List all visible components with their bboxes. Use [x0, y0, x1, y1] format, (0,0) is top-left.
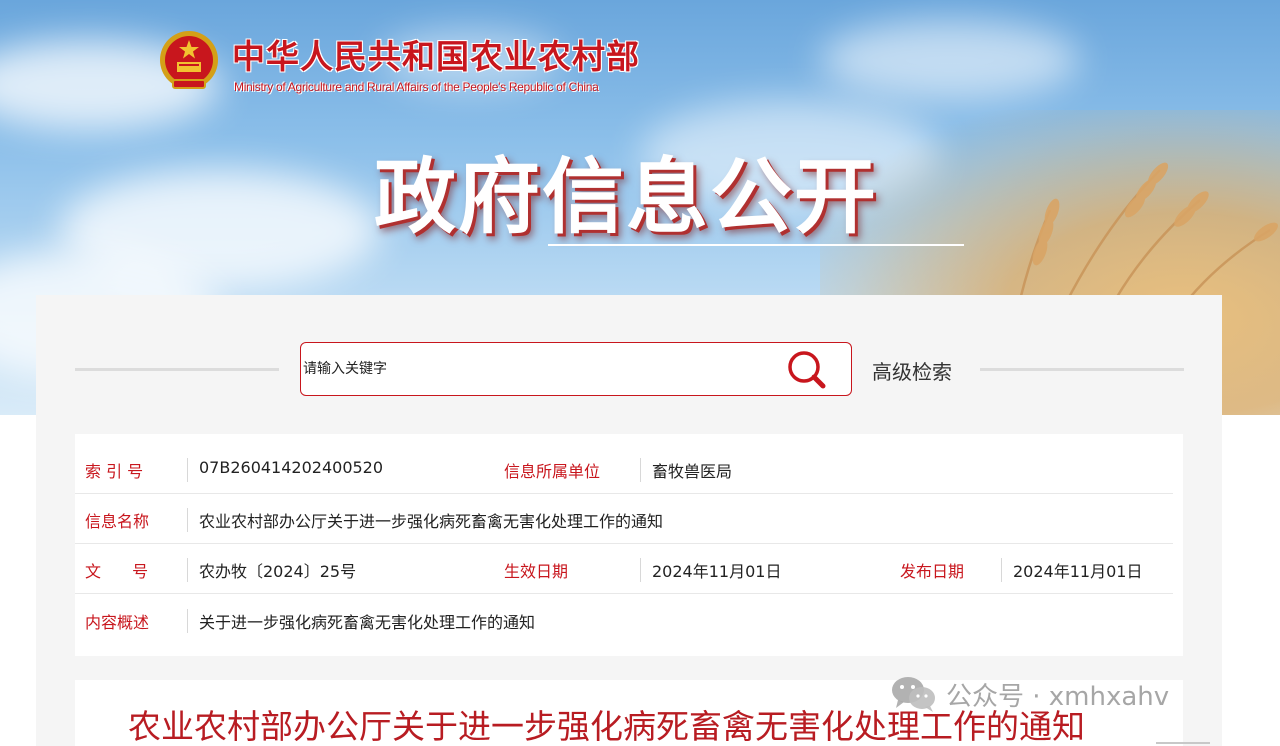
divider [1001, 558, 1002, 582]
info-row-summary: 内容概述 关于进一步强化病死畜禽无害化处理工作的通知 [75, 595, 1173, 645]
index-label: 索 引 号 [85, 462, 144, 481]
summary-value: 关于进一步强化病死畜禽无害化处理工作的通知 [199, 613, 536, 632]
unit-label: 信息所属单位 [504, 462, 601, 481]
effective-date-value: 2024年11月01日 [652, 562, 782, 581]
hero-underline [548, 244, 964, 246]
divider [640, 458, 641, 482]
divider [187, 558, 188, 582]
search-divider-left [75, 368, 279, 371]
advanced-search-link[interactable]: 高级检索 [872, 356, 952, 385]
name-label: 信息名称 [85, 512, 150, 531]
ministry-logo-english[interactable]: Ministry of Agriculture and Rural Affair… [234, 80, 599, 94]
index-value: 07B260414202400520 [199, 458, 384, 477]
article-divider [1156, 742, 1210, 744]
summary-label: 内容概述 [85, 613, 150, 632]
divider [187, 458, 188, 482]
publish-date-label: 发布日期 [900, 562, 965, 581]
divider [640, 558, 641, 582]
unit-value: 畜牧兽医局 [652, 462, 733, 481]
search-box [300, 342, 852, 396]
national-emblem-icon [160, 31, 218, 89]
name-value: 农业农村部办公厅关于进一步强化病死畜禽无害化处理工作的通知 [199, 512, 664, 531]
divider [187, 609, 188, 633]
info-row-index: 索 引 号 07B260414202400520 信息所属单位 畜牧兽医局 [75, 444, 1173, 494]
doc-number-value: 农办牧〔2024〕25号 [199, 562, 357, 581]
search-divider-right [980, 368, 1184, 371]
wechat-watermark: 公众号 · xmhxahv [890, 674, 1169, 714]
watermark-text: 公众号 · xmhxahv [946, 681, 1170, 712]
search-input[interactable] [303, 355, 773, 383]
info-table: 索 引 号 07B260414202400520 信息所属单位 畜牧兽医局 信息… [75, 434, 1183, 656]
search-icon[interactable] [785, 349, 829, 391]
divider [187, 508, 188, 532]
info-row-name: 信息名称 农业农村部办公厅关于进一步强化病死畜禽无害化处理工作的通知 [75, 494, 1173, 544]
ministry-logo-chinese[interactable]: 中华人民共和国农业农村部 [232, 30, 640, 78]
info-row-doc: 文 号 农办牧〔2024〕25号 生效日期 2024年11月01日 发布日期 2… [75, 544, 1173, 594]
effective-date-label: 生效日期 [504, 562, 569, 581]
page-hero-title: 政府信息公开 [374, 150, 879, 245]
cloud [820, 20, 1080, 100]
publish-date-value: 2024年11月01日 [1013, 562, 1143, 581]
wechat-icon [892, 677, 935, 712]
doc-number-label: 文 号 [85, 562, 149, 581]
